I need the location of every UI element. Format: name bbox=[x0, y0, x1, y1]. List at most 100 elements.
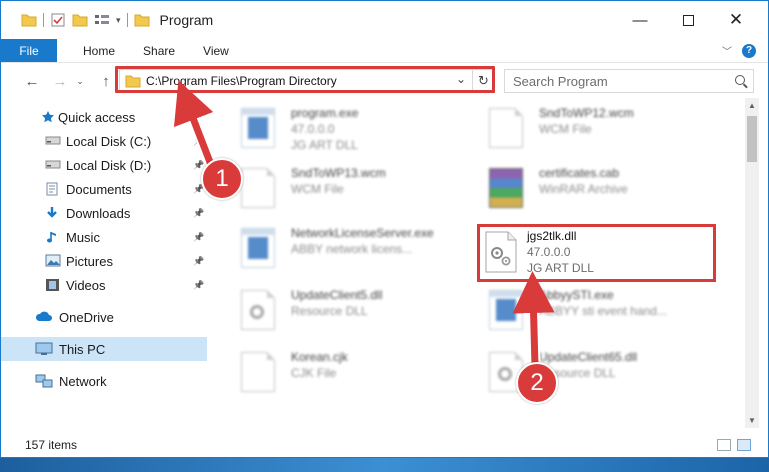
file-name: program.exe bbox=[291, 106, 359, 120]
file-item[interactable]: Korean.cjk CJK File bbox=[231, 346, 471, 402]
file-type: WinRAR Archive bbox=[539, 182, 628, 196]
sidebar-item-label: Local Disk (D:) bbox=[66, 157, 152, 173]
pin-icon[interactable]: 📌 bbox=[193, 208, 204, 219]
file-type: ABBY network licens... bbox=[291, 242, 413, 256]
file-icon bbox=[241, 290, 275, 330]
search-input[interactable]: Search Program bbox=[513, 74, 608, 89]
vertical-scrollbar[interactable]: ▲ ▼ bbox=[745, 98, 759, 428]
sidebar-item-documents[interactable]: Documents 📌 bbox=[1, 177, 207, 201]
file-item[interactable]: UpdateClient65.dll Resource DLL bbox=[479, 346, 719, 402]
close-icon: ✕ bbox=[728, 10, 744, 29]
sidebar-item-onedrive[interactable]: OneDrive bbox=[1, 305, 207, 329]
file-type: ABBYY sti event hand... bbox=[539, 304, 667, 318]
tab-file[interactable]: File bbox=[1, 39, 57, 62]
properties-icon[interactable] bbox=[50, 12, 66, 28]
sidebar-item-downloads[interactable]: Downloads 📌 bbox=[1, 201, 207, 225]
file-item[interactable]: NetworkLicenseServer.exe ABBY network lic… bbox=[231, 222, 471, 278]
file-item-focused[interactable]: jgs2tlk.dll 47.0.0.0 JG ART DLL bbox=[482, 228, 714, 280]
file-item[interactable]: SndToWP13.wcm WCM File bbox=[231, 162, 471, 218]
back-button[interactable]: ← bbox=[21, 70, 43, 92]
sidebar-item-label: Documents bbox=[66, 181, 132, 197]
maximize-button[interactable] bbox=[665, 1, 711, 39]
sidebar-item-this-pc[interactable]: This PC bbox=[1, 337, 207, 361]
file-icon bbox=[489, 290, 523, 330]
file-type: CJK File bbox=[291, 366, 337, 380]
close-button[interactable]: ✕ bbox=[713, 1, 759, 39]
sidebar-item-label: OneDrive bbox=[59, 309, 114, 325]
view-options-icon[interactable] bbox=[94, 13, 110, 27]
network-icon bbox=[35, 374, 53, 388]
navigation-bar: ← → ⌄ ↑ C:\Program Files\Program Directo… bbox=[1, 64, 768, 98]
scrollbar-thumb[interactable] bbox=[747, 116, 757, 162]
documents-icon bbox=[45, 182, 61, 196]
scroll-down-arrow-icon[interactable]: ▼ bbox=[748, 416, 756, 425]
sidebar-item-label: This PC bbox=[59, 341, 106, 357]
desktop-background bbox=[0, 458, 769, 472]
customize-toolbar-chevron-icon[interactable]: ▾ bbox=[116, 15, 121, 26]
videos-icon bbox=[45, 278, 61, 292]
tab-share[interactable]: Share bbox=[129, 39, 189, 62]
sidebar-item-local-disk-d[interactable]: Local Disk (D:) 📌 bbox=[1, 153, 207, 177]
sidebar-item-music[interactable]: Music 📌 bbox=[1, 225, 207, 249]
file-type: WCM File bbox=[539, 122, 592, 136]
file-item[interactable]: SndToWP12.wcm WCM File bbox=[479, 102, 719, 158]
sidebar-item-network[interactable]: Network bbox=[1, 369, 207, 393]
explorer-window: ▾ Program — ✕ File Home Share View ﹀ ? ←… bbox=[0, 0, 769, 458]
drive-icon bbox=[45, 134, 61, 148]
file-type: WCM File bbox=[291, 182, 344, 196]
details-view-button[interactable] bbox=[717, 439, 731, 451]
sidebar-item-label: Network bbox=[59, 373, 107, 389]
sidebar-item-label: Music bbox=[66, 229, 100, 245]
pin-icon[interactable]: 📌 bbox=[193, 136, 204, 147]
file-name: SndToWP13.wcm bbox=[291, 166, 386, 180]
minimize-button[interactable]: — bbox=[617, 1, 663, 39]
sidebar-item-pictures[interactable]: Pictures 📌 bbox=[1, 249, 207, 273]
search-box[interactable]: Search Program bbox=[504, 69, 754, 93]
file-name: AbbyySTI.exe bbox=[539, 288, 614, 302]
sidebar-item-videos[interactable]: Videos 📌 bbox=[1, 273, 207, 297]
minimize-icon: — bbox=[632, 11, 648, 29]
new-folder-icon[interactable] bbox=[72, 13, 88, 27]
sidebar-item-local-disk-c[interactable]: Local Disk (C:) 📌 bbox=[1, 129, 207, 153]
folder-icon bbox=[134, 14, 150, 27]
file-icon bbox=[489, 168, 523, 208]
address-bar[interactable]: C:\Program Files\Program Directory ⌄ ↻ bbox=[119, 69, 495, 93]
file-item[interactable]: certificates.cab WinRAR Archive bbox=[479, 162, 719, 218]
step-badge-1: 1 bbox=[201, 158, 243, 200]
search-icon bbox=[735, 75, 745, 85]
address-history-chevron-icon[interactable]: ⌄ bbox=[456, 72, 466, 86]
scroll-up-arrow-icon[interactable]: ▲ bbox=[748, 101, 756, 110]
sidebar-item-quick-access[interactable]: Quick access bbox=[1, 105, 207, 129]
expand-ribbon-chevron-icon[interactable]: ﹀ bbox=[722, 43, 732, 58]
step-badge-2: 2 bbox=[516, 362, 558, 404]
tab-view[interactable]: View bbox=[189, 39, 243, 62]
pin-icon[interactable]: 📌 bbox=[193, 280, 204, 291]
file-item[interactable]: UpdateClient5.dll Resource DLL bbox=[231, 284, 471, 340]
sidebar-item-label: Local Disk (C:) bbox=[66, 133, 152, 149]
file-name: certificates.cab bbox=[539, 166, 620, 180]
file-name: jgs2tlk.dll bbox=[527, 229, 577, 243]
up-button[interactable]: ↑ bbox=[95, 70, 117, 92]
sidebar-item-label: Quick access bbox=[58, 109, 136, 125]
quick-access-toolbar: ▾ bbox=[1, 12, 150, 28]
file-version: 47.0.0.0 bbox=[527, 245, 571, 259]
pin-icon[interactable]: 📌 bbox=[193, 232, 204, 243]
cloud-icon bbox=[35, 310, 52, 324]
file-item[interactable]: AbbyySTI.exe ABBYY sti event hand... bbox=[479, 284, 719, 340]
pin-icon[interactable]: 📌 bbox=[193, 256, 204, 267]
recent-locations-button[interactable]: ⌄ bbox=[73, 70, 87, 92]
refresh-button[interactable]: ↻ bbox=[472, 70, 494, 92]
ribbon-tabs: File Home Share View ﹀ ? bbox=[1, 39, 768, 63]
title-bar: ▾ Program — ✕ bbox=[1, 1, 768, 39]
large-icons-view-button[interactable] bbox=[737, 439, 751, 451]
file-name: Korean.cjk bbox=[291, 350, 348, 364]
forward-button[interactable]: → bbox=[49, 70, 71, 92]
file-item[interactable]: program.exe 47.0.0.0 JG ART DLL bbox=[231, 102, 471, 158]
sidebar-item-label: Downloads bbox=[66, 205, 131, 221]
help-icon[interactable]: ? bbox=[742, 43, 756, 58]
file-name: UpdateClient65.dll bbox=[539, 350, 638, 364]
file-icon bbox=[489, 108, 523, 148]
address-path[interactable]: C:\Program Files\Program Directory bbox=[146, 74, 337, 88]
file-description: JG ART DLL bbox=[291, 138, 358, 152]
tab-home[interactable]: Home bbox=[57, 39, 129, 62]
